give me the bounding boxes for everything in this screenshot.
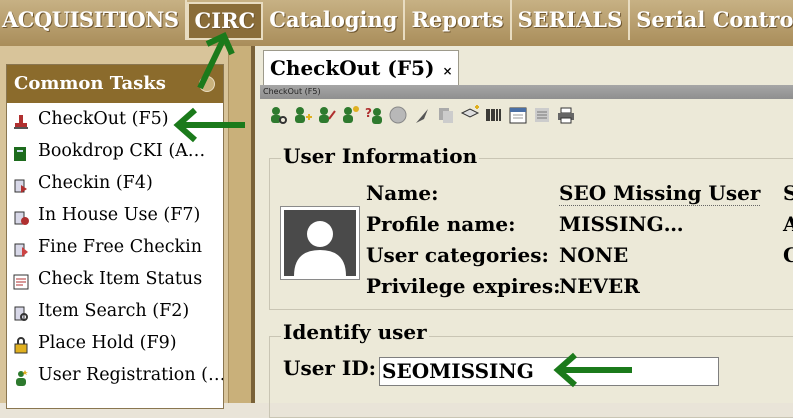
task-label: CheckOut (F5) (38, 109, 169, 129)
fine-free-checkin-icon (12, 238, 30, 257)
panel-splitter[interactable] (228, 46, 252, 403)
wizard-toolbar: ? (267, 104, 577, 126)
calendar-icon[interactable] (507, 104, 529, 126)
tab-checkout-label: CheckOut (F5) (270, 56, 435, 80)
edit-user-icon[interactable] (315, 104, 337, 126)
feather-icon[interactable] (411, 104, 433, 126)
task-check-item-status[interactable]: Check Item Status (7, 263, 223, 295)
barcode-icon[interactable] (483, 104, 505, 126)
copy-icon[interactable] (435, 104, 457, 126)
collapse-icon[interactable] (199, 76, 215, 92)
common-tasks-title: Common Tasks (14, 73, 166, 94)
help-user-icon[interactable]: ? (363, 104, 385, 126)
user-registration-icon (12, 366, 30, 386)
privilege-expires-label: Privilege expires: (366, 274, 561, 298)
globe-icon[interactable] (387, 104, 409, 126)
add-user-icon[interactable] (291, 104, 313, 126)
wizard-title-strip: CheckOut (F5) (260, 85, 793, 99)
user-photo (280, 206, 360, 280)
in-house-use-icon (12, 206, 30, 225)
task-label: Place Hold (F9) (38, 333, 177, 353)
tab-serials[interactable]: SERIALS (512, 0, 631, 40)
task-label: Checkin (F4) (38, 173, 153, 193)
user-id-input[interactable]: SEOMISSING (379, 357, 719, 386)
user-information-label: User Information (281, 144, 480, 168)
checkout-wizard: CheckOut (F5) × CheckOut (F5) ? User Info… (255, 46, 793, 418)
task-label: In House Use (F7) (38, 205, 201, 225)
profile-name-value: MISSING… (559, 212, 684, 236)
name-value[interactable]: SEO Missing User (559, 181, 761, 206)
tab-acquisitions[interactable]: ACQUISITIONS (0, 0, 187, 40)
bookdrop-icon (12, 142, 30, 161)
task-label: Item Search (F2) (38, 301, 190, 321)
print-icon[interactable] (555, 104, 577, 126)
name-label: Name: (366, 181, 439, 205)
task-label: Fine Free Checkin (38, 237, 203, 257)
task-label: Check Item Status (38, 269, 203, 289)
place-hold-icon (12, 334, 30, 354)
name-extra: S (783, 181, 793, 205)
module-bar: ACQUISITIONS CIRC Cataloging Reports SER… (0, 0, 793, 47)
identify-user-label: Identify user (281, 320, 429, 344)
item-status-icon (12, 270, 30, 290)
find-user-icon[interactable] (267, 104, 289, 126)
tab-checkout[interactable]: CheckOut (F5) × (263, 50, 459, 85)
profile-name-extra: A (783, 212, 793, 236)
task-in-house-use[interactable]: In House Use (F7) (7, 199, 223, 231)
checkin-icon (12, 174, 30, 193)
svg-text:?: ? (365, 106, 372, 120)
checkout-stamp-icon (12, 110, 30, 129)
item-search-icon (12, 302, 30, 321)
task-user-registration[interactable]: User Registration (… (7, 359, 223, 391)
list-icon[interactable] (531, 104, 553, 126)
book-add-icon[interactable] (459, 104, 481, 126)
common-tasks-header[interactable]: Common Tasks (7, 65, 223, 103)
task-checkout[interactable]: CheckOut (F5) (7, 103, 223, 135)
user-id-label: User ID: (283, 356, 377, 380)
task-bookdrop[interactable]: Bookdrop CKI (A… (7, 135, 223, 167)
close-icon[interactable]: × (442, 64, 452, 78)
task-checkin[interactable]: Checkin (F4) (7, 167, 223, 199)
profile-name-label: Profile name: (366, 212, 516, 236)
tab-circ[interactable]: CIRC (186, 2, 264, 40)
privilege-expires-value: NEVER (559, 274, 640, 298)
avatar (284, 210, 356, 276)
task-item-search[interactable]: Item Search (F2) (7, 295, 223, 327)
user-categories-extra: C (783, 243, 793, 267)
tab-cataloging[interactable]: Cataloging (263, 0, 406, 40)
user-categories-label: User categories: (366, 243, 549, 267)
task-fine-free-checkin[interactable]: Fine Free Checkin (7, 231, 223, 263)
task-label: Bookdrop CKI (A… (38, 141, 206, 161)
task-place-hold[interactable]: Place Hold (F9) (7, 327, 223, 359)
new-user-icon[interactable] (339, 104, 361, 126)
tab-serial-control[interactable]: Serial Control (630, 0, 793, 40)
user-categories-value: NONE (559, 243, 629, 267)
left-panel: Common Tasks CheckOut (F5) Bookdrop CKI … (0, 46, 255, 409)
common-tasks-panel: Common Tasks CheckOut (F5) Bookdrop CKI … (6, 64, 224, 409)
tab-reports[interactable]: Reports (405, 0, 512, 40)
task-label: User Registration (… (38, 365, 224, 385)
